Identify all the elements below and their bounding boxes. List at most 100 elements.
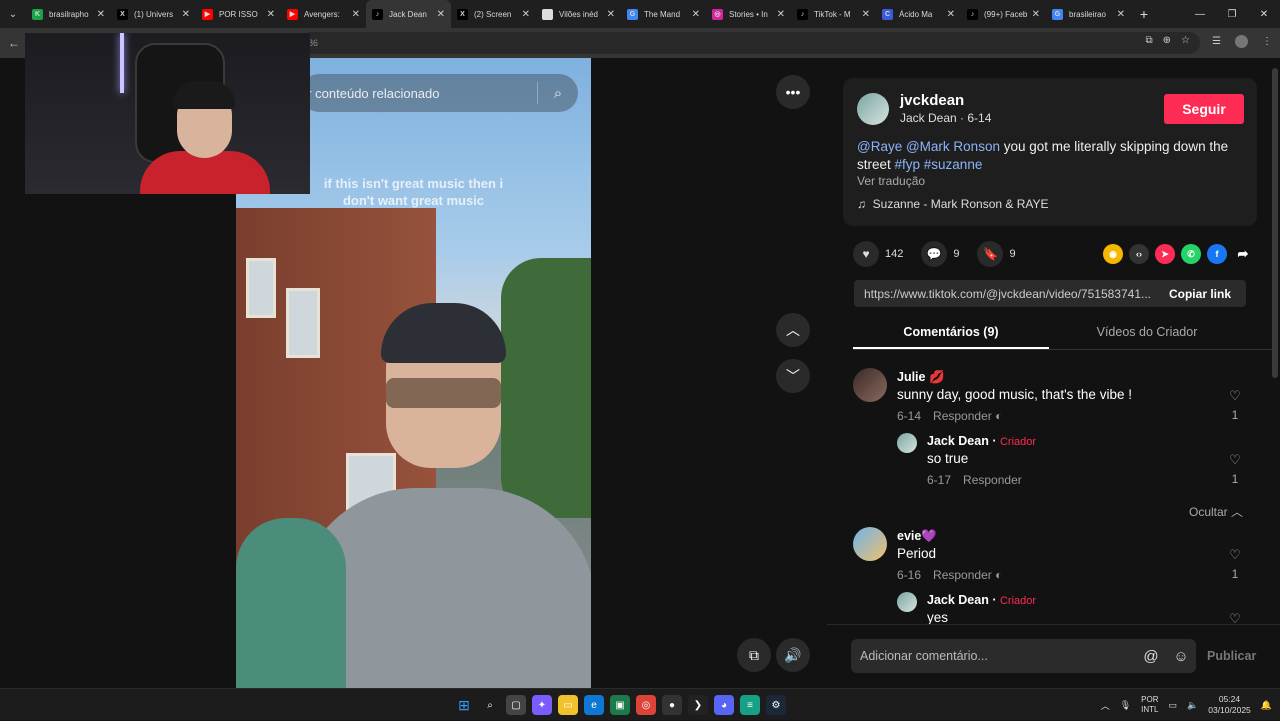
browser-tab[interactable]: ♪ Jack Dean ✕ (366, 0, 451, 28)
bookmark-star-icon[interactable]: ☆ (1181, 35, 1190, 46)
app-icon[interactable]: ● (662, 695, 682, 715)
see-translation-link[interactable]: Ver tradução (857, 174, 925, 188)
browser-tab[interactable]: ▶ POR ISSO ✕ (196, 0, 281, 28)
browser-tab[interactable]: X (1) Univers ✕ (111, 0, 196, 28)
browser-tab[interactable]: X (2) Screen ✕ (451, 0, 536, 28)
minimize-icon[interactable]: — (1184, 0, 1216, 28)
tab-close-icon[interactable]: ✕ (352, 9, 360, 20)
embed-code-icon[interactable]: ‹› (1129, 244, 1149, 264)
video-url[interactable]: https://www.tiktok.com/@jvckdean/video/7… (854, 287, 1154, 301)
bookmark-icon[interactable]: 🔖 (977, 241, 1004, 267)
browser-tab[interactable]: Kbrasilrapho ✕ (26, 0, 111, 28)
commenter-name[interactable]: evie💜 (897, 529, 937, 544)
browser-tab[interactable]: Vilões inéd ✕ (536, 0, 621, 28)
browser-tab[interactable]: Gbrasileirao ✕ (1046, 0, 1131, 28)
commenter-avatar[interactable] (853, 368, 887, 402)
more-options-icon[interactable]: ••• (776, 75, 810, 109)
author-username[interactable]: jvckdean (900, 92, 964, 109)
tab-close-icon[interactable]: ✕ (1117, 9, 1125, 20)
comment-like[interactable]: ♡ 1 (1225, 547, 1245, 581)
browser-tab[interactable]: C Ácido Ma ✕ (876, 0, 961, 28)
kebab-menu-icon[interactable]: ⋮ (1262, 36, 1272, 47)
reading-list-icon[interactable]: ☰ (1212, 36, 1221, 47)
browser-tab[interactable]: ◎ Stories • In ✕ (706, 0, 791, 28)
publish-button[interactable]: Publicar (1207, 649, 1256, 663)
volume-icon[interactable]: 🔊 (776, 638, 810, 672)
browser-tab[interactable]: ♪ TikTok - M ✕ (791, 0, 876, 28)
tab-close-icon[interactable]: ✕ (437, 9, 445, 20)
author-avatar[interactable] (857, 93, 889, 125)
post-hashtags[interactable]: #fyp #suzanne (895, 157, 983, 172)
share-arrow-icon[interactable]: ➦ (1233, 244, 1253, 264)
browser-tab[interactable]: ♪ (99+) Faceb ✕ (961, 0, 1046, 28)
tab-close-icon[interactable]: ✕ (267, 9, 275, 20)
tab-comments[interactable]: Comentários (9) (853, 320, 1049, 349)
comment-heart-icon[interactable]: ♡ (1229, 388, 1241, 403)
chrome-icon[interactable]: ◎ (636, 695, 656, 715)
reply-avatar[interactable] (897, 433, 917, 453)
tab-close-icon[interactable]: ✕ (692, 9, 700, 20)
follow-button[interactable]: Seguir (1164, 94, 1244, 124)
heart-icon[interactable]: ♥ (853, 241, 879, 267)
hide-replies-link[interactable]: Ocultar ︿ (1189, 503, 1243, 520)
tab-creator-videos[interactable]: Vídeos do Criador (1049, 320, 1245, 349)
browser-tab[interactable]: ▶ Avengers: ✕ (281, 0, 366, 28)
edge-icon[interactable]: e (584, 695, 604, 715)
tray-chevron-icon[interactable]: ︿ (1101, 699, 1110, 712)
post-mentions[interactable]: @Raye @Mark Ronson (857, 139, 1000, 154)
mention-icon[interactable]: @ (1136, 648, 1166, 665)
profile-avatar-icon[interactable] (1235, 35, 1248, 48)
comment-heart-icon[interactable]: ♡ (1229, 547, 1241, 562)
comment-input[interactable]: Adicionar comentário... @ ☺ (851, 639, 1196, 673)
previous-video-chevron-up-icon[interactable]: ︿ (776, 313, 810, 347)
notification-bell-icon[interactable]: 🔔 (1261, 700, 1272, 711)
tab-close-icon[interactable]: ✕ (777, 9, 785, 20)
coin-share-icon[interactable]: ◉ (1103, 244, 1123, 264)
reply-author[interactable]: Jack Dean · Criador (927, 593, 1036, 607)
steam-icon[interactable]: ⚙ (766, 695, 786, 715)
reply-heart-icon[interactable]: ♡ (1229, 452, 1241, 467)
sidebar-scrollbar[interactable] (1272, 68, 1278, 378)
taskbar-search-icon[interactable]: ⌕ (480, 695, 500, 715)
discord-icon[interactable]: ◕ (714, 695, 734, 715)
commenter-name[interactable]: Julie 💋 (897, 370, 945, 385)
reply-button[interactable]: Responder (933, 568, 992, 582)
next-video-chevron-down-icon[interactable]: ﹀ (776, 359, 810, 393)
reply-like[interactable]: ♡ 1 (1225, 452, 1245, 486)
reply-button[interactable]: Responder (933, 409, 992, 423)
emoji-icon[interactable]: ☺ (1166, 648, 1196, 665)
microphone-icon[interactable]: 🎙 (1120, 700, 1131, 711)
tab-close-icon[interactable]: ✕ (182, 9, 190, 20)
reply-author[interactable]: Jack Dean · Criador (927, 434, 1036, 448)
tab-close-icon[interactable]: ✕ (522, 9, 530, 20)
tab-close-icon[interactable]: ✕ (862, 9, 870, 20)
install-app-icon[interactable]: ⧉ (1146, 35, 1153, 46)
commenter-avatar[interactable] (853, 527, 887, 561)
tab-search-icon[interactable]: ⌄ (0, 0, 26, 28)
back-arrow-icon[interactable]: ← (0, 36, 28, 50)
related-search-input[interactable]: ar conteúdo relacionado (300, 86, 537, 101)
task-view-icon[interactable]: ▢ (506, 695, 526, 715)
related-search-box[interactable]: ar conteúdo relacionado ⌕ (300, 74, 578, 112)
restore-icon[interactable]: ❐ (1216, 0, 1248, 28)
tab-close-icon[interactable]: ✕ (947, 9, 955, 20)
music-link[interactable]: ♫ Suzanne - Mark Ronson & RAYE (857, 197, 1049, 211)
browser-tab[interactable]: G The Mand ✕ (621, 0, 706, 28)
close-window-icon[interactable]: ✕ (1248, 0, 1280, 28)
language-indicator[interactable]: POR INTL (1141, 695, 1158, 715)
file-explorer-icon[interactable]: ▭ (558, 695, 578, 715)
zoom-icon[interactable]: ⊕ (1163, 35, 1171, 46)
new-tab-button[interactable]: + (1131, 6, 1157, 22)
facebook-icon[interactable]: f (1207, 244, 1227, 264)
tab-close-icon[interactable]: ✕ (1032, 9, 1040, 20)
notepad-icon[interactable]: ≡ (740, 695, 760, 715)
comment-like[interactable]: ♡ 1 (1225, 388, 1245, 422)
search-icon[interactable]: ⌕ (538, 85, 578, 102)
pip-icon[interactable]: ⧉ (737, 638, 771, 672)
system-clock[interactable]: 05:24 03/10/2025 (1208, 694, 1251, 716)
reply-avatar[interactable] (897, 592, 917, 612)
terminal-icon[interactable]: ▣ (610, 695, 630, 715)
comment-icon[interactable]: 💬 (921, 241, 948, 267)
send-icon[interactable]: ➤ (1155, 244, 1175, 264)
windows-start-icon[interactable]: ⊞ (454, 695, 474, 715)
